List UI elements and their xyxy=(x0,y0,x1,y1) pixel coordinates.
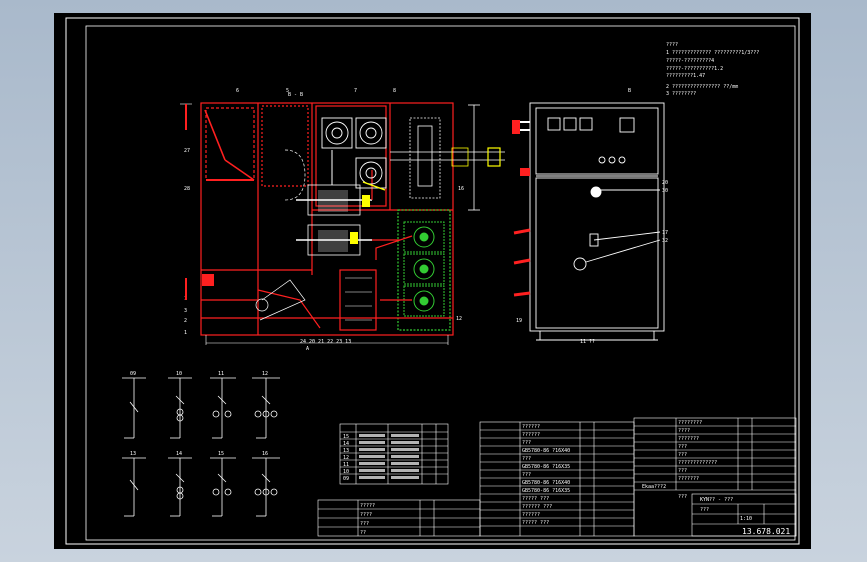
bom-mid-7: ??? xyxy=(522,472,531,478)
circuit-11: 11 xyxy=(218,371,224,377)
front-balloon-3: 17 xyxy=(662,230,668,236)
parts-table-rows: 15 14 13 12 11 10 09 xyxy=(343,434,349,482)
bom-left-3: ??? xyxy=(360,521,369,527)
bom-left-1: ????? xyxy=(360,503,375,509)
parts-row-10: 10 xyxy=(343,469,349,475)
bom-mid-2: ?????? xyxy=(522,432,540,438)
bom-right-4: ??? xyxy=(678,444,687,450)
parts-row-12: 12 xyxy=(343,455,349,461)
top-balloon-1: 6 xyxy=(236,88,239,94)
drawing-number: 13.678.021 xyxy=(742,527,790,536)
parts-row-09: 09 xyxy=(343,476,349,482)
side-view-labels: B - B 6 5 7 8 27 28 1 3 2 1 16 12 19 24 … xyxy=(180,88,522,352)
bom-right-6: ????????????? xyxy=(678,460,717,466)
bushing-section xyxy=(390,104,505,211)
left-balloon-1: 27 xyxy=(184,148,190,154)
parts-table xyxy=(339,423,449,485)
circuit-10: 10 xyxy=(176,371,182,377)
title-block-name: KYN?? - ??? xyxy=(700,497,733,503)
left-balloon-5: 2 xyxy=(184,318,187,324)
circuit-15: 15 xyxy=(218,451,224,457)
bom-mid-8: GB5780-86 ?16X40 xyxy=(522,480,570,486)
left-balloon-4: 3 xyxy=(184,308,187,314)
parts-row-13: 13 xyxy=(343,448,349,454)
front-balloon-4: 32 xyxy=(662,238,668,244)
title-block-scale: 1:10 xyxy=(740,516,752,522)
front-view-labels: B 20 30 17 32 11 ?? xyxy=(580,88,668,345)
right-balloon-3: 19 xyxy=(516,318,522,324)
bom-right-8: ??????? xyxy=(678,476,699,482)
bom-mid-6: GB5780-86 ?16X35 xyxy=(522,464,570,470)
note-6: 3 ???????? xyxy=(666,91,696,97)
top-balloon-4: 8 xyxy=(393,88,396,94)
bom-mid-11: ?????? ??? xyxy=(522,504,552,510)
bottom-mark: A xyxy=(306,346,309,352)
cad-viewport: B - B 6 5 7 8 27 28 1 3 2 1 16 12 19 24 … xyxy=(0,0,867,562)
circuit-09: 09 xyxy=(130,371,136,377)
bom-right-9: Ekaa???2 xyxy=(642,484,666,490)
front-bottom-mark: 11 ?? xyxy=(580,339,595,345)
right-balloon-2: 12 xyxy=(456,316,462,322)
circuit-12: 12 xyxy=(262,371,268,377)
bom-table xyxy=(317,417,797,537)
note-4: ?????????1.47 xyxy=(666,73,705,79)
circuit-number-labels: 09 10 11 12 13 14 15 16 xyxy=(130,371,268,457)
notes-title: ???? xyxy=(666,42,678,48)
parts-row-11: 11 xyxy=(343,462,349,468)
bom-left-2: ???? xyxy=(360,512,372,518)
section-label: B - B xyxy=(288,92,303,98)
bom-mid-9: GB5780-86 ?16X35 xyxy=(522,488,570,494)
bom-right-5: ??? xyxy=(678,452,687,458)
bom-mid-10: ????? ??? xyxy=(522,496,549,502)
technical-notes: ???? 1 ????????????? ?????????1/3??? ???… xyxy=(666,42,759,97)
parts-row-15: 15 xyxy=(343,434,349,440)
top-balloon-2: 5 xyxy=(286,88,289,94)
bom-mid-5: ??? xyxy=(522,456,531,462)
front-balloon-2: 30 xyxy=(662,188,668,194)
bom-mid-3: ??? xyxy=(522,440,531,446)
bom-right-1: ???????? xyxy=(678,420,702,426)
bom-right-3: ??????? xyxy=(678,436,699,442)
bom-mid-12: ?????? xyxy=(522,512,540,518)
side-view xyxy=(200,102,454,345)
front-balloon-1: 20 xyxy=(662,180,668,186)
top-balloon-3: 7 xyxy=(354,88,357,94)
bom-mid-4: GB5780-86 ?16X40 xyxy=(522,448,570,454)
circuit-13: 13 xyxy=(130,451,136,457)
bom-right-2: ???? xyxy=(678,428,690,434)
current-transformers xyxy=(375,221,445,317)
bom-mid-13: ????? ??? xyxy=(522,520,549,526)
note-5: 2 ???????????????? ??/mm xyxy=(666,84,738,90)
circuit-16: 16 xyxy=(262,451,268,457)
circuit-14: 14 xyxy=(176,451,182,457)
bom-mid-1: ?????? xyxy=(522,424,540,430)
title-block-text: KYN?? - ??? ??? 1:10 13.678.021 xyxy=(700,497,790,536)
bom-right-7: ??? xyxy=(678,468,687,474)
left-balloon-6: 1 xyxy=(184,330,187,336)
title-block-sub: ??? xyxy=(700,507,709,513)
note-2: ?????-?????????4 xyxy=(666,58,714,64)
note-1: 1 ????????????? ?????????1/3??? xyxy=(666,50,759,56)
left-balloon-2: 28 xyxy=(184,186,190,192)
front-cabinet xyxy=(529,102,665,332)
bom-left-4: ?? xyxy=(360,530,366,536)
front-mark: B xyxy=(628,88,631,94)
note-3: ?????-??????????1.2 xyxy=(666,66,723,72)
bottom-balloons: 24 20 21 22 23 13 xyxy=(300,339,351,345)
single-line-diagrams xyxy=(122,377,280,517)
front-view xyxy=(512,102,665,341)
drawing-canvas: B - B 6 5 7 8 27 28 1 3 2 1 16 12 19 24 … xyxy=(65,17,800,545)
bom-right-10: ??? xyxy=(678,494,687,500)
right-balloon-1: 16 xyxy=(458,186,464,192)
parts-row-14: 14 xyxy=(343,441,349,447)
